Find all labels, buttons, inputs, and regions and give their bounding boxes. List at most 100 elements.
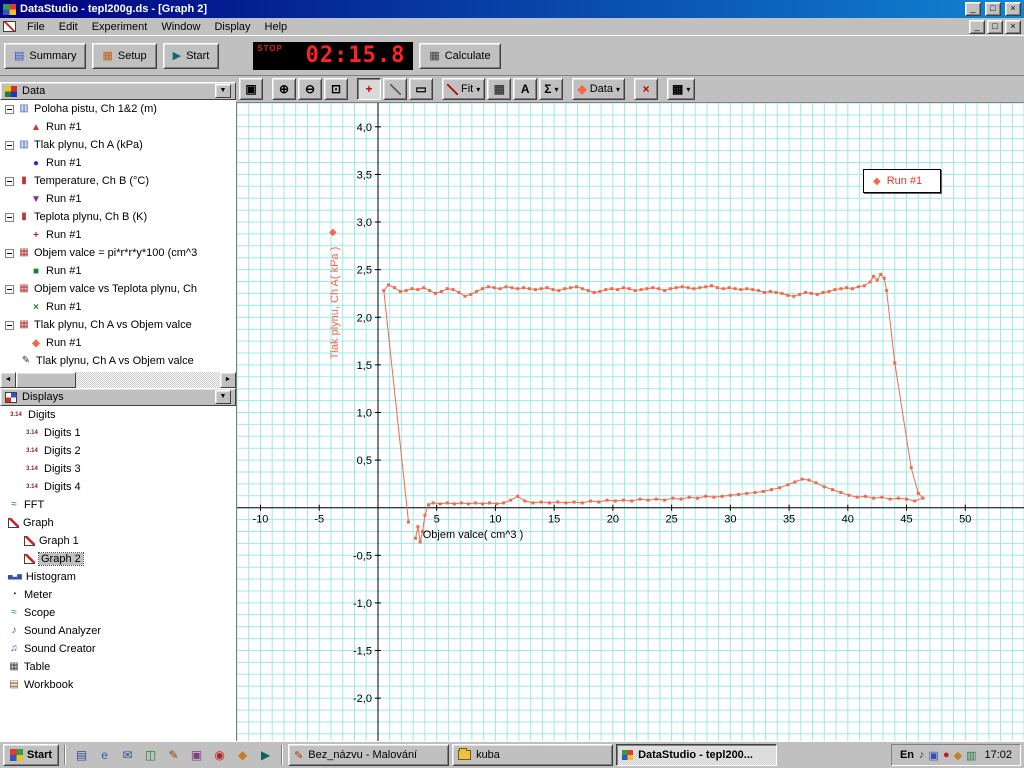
menu-window[interactable]: Window xyxy=(154,19,207,35)
display-tree-item[interactable]: ≈ Scope xyxy=(0,604,236,622)
calculate-button[interactable]: ▦ Calculate xyxy=(419,42,501,69)
quicklaunch-paint-icon[interactable]: ✎ xyxy=(163,745,184,765)
task-folder-kuba-button[interactable]: kuba xyxy=(452,744,614,766)
window-close-button[interactable]: × xyxy=(1005,2,1021,16)
display-tree-item[interactable]: 3.14 Digits 1 xyxy=(0,424,236,442)
fit-menu-button[interactable]: Fit ▾ xyxy=(442,78,486,100)
collapse-box-icon[interactable] xyxy=(5,176,14,186)
display-tree-item[interactable]: 3.14 Digits 3 xyxy=(0,460,236,478)
run-item[interactable]: ● Run #1 xyxy=(0,154,236,172)
run-item[interactable]: ▼ Run #1 xyxy=(0,190,236,208)
chart-plot-area[interactable]: -10 -5 5 10 15 20 25 30 35 40 45 50 4,0 3,5 3,0 2,5 2,0 1… xyxy=(237,103,1024,741)
display-tree-item[interactable]: Graph 1 xyxy=(0,532,236,550)
collapse-box-icon[interactable] xyxy=(5,140,14,150)
display-tray-icon[interactable]: ▣ xyxy=(929,749,939,762)
menu-file[interactable]: File xyxy=(20,19,52,35)
display-tree-item[interactable]: 3.14 Digits 4 xyxy=(0,478,236,496)
scroll-left-button[interactable]: ◄ xyxy=(0,372,16,388)
scale-to-fit-button[interactable]: ▣ xyxy=(239,78,263,100)
statistics-button[interactable]: Σ ▾ xyxy=(539,78,564,100)
child-minimize-button[interactable]: _ xyxy=(969,19,985,34)
delete-button[interactable]: × xyxy=(633,78,658,100)
data-panel-dropdown-button[interactable]: ▼ xyxy=(215,84,231,98)
chart-legend[interactable]: ◆ Run #1 xyxy=(863,169,941,193)
menu-help[interactable]: Help xyxy=(258,19,295,35)
display-tree-item[interactable]: ◔ Meter xyxy=(0,586,236,604)
zoom-select-button[interactable]: ⊡ xyxy=(324,78,348,100)
display-tree-item[interactable]: Graph xyxy=(0,514,236,532)
display-tree-item[interactable]: ♫ Sound Creator xyxy=(0,640,236,658)
run-item[interactable]: + Run #1 xyxy=(0,226,236,244)
collapse-box-icon[interactable] xyxy=(5,320,14,330)
antivirus-tray-icon[interactable]: ● xyxy=(943,749,950,762)
quicklaunch-channels-icon[interactable]: ◫ xyxy=(140,745,161,765)
scroll-track[interactable] xyxy=(76,372,220,388)
language-indicator[interactable]: En xyxy=(900,749,914,761)
summary-button[interactable]: ▤ Summary xyxy=(4,42,87,69)
collapse-box-icon[interactable] xyxy=(5,212,14,222)
volume-tray-icon[interactable]: ♪ xyxy=(919,749,925,762)
child-close-button[interactable]: × xyxy=(1005,19,1021,34)
run-item[interactable]: ◆ Run #1 xyxy=(0,334,236,352)
chart-region[interactable]: -10 -5 5 10 15 20 25 30 35 40 45 50 4,0 3,5 3,0 2,5 2,0 1… xyxy=(236,102,1024,741)
task-datastudio-button[interactable]: DataStudio - tepl200... xyxy=(616,744,778,766)
data-tree-item[interactable]: ▦ Objem valce = pi*r*r*y*100 (cm^3 xyxy=(0,244,236,262)
network-tray-icon[interactable]: ▥ xyxy=(966,749,976,762)
data-tree-item[interactable]: ▥ Tlak plynu, Ch A (kPa) xyxy=(0,136,236,154)
menu-experiment[interactable]: Experiment xyxy=(85,19,155,35)
scroll-thumb[interactable] xyxy=(16,372,76,388)
scroll-right-button[interactable]: ► xyxy=(220,372,236,388)
child-restore-button[interactable]: □ xyxy=(987,19,1003,34)
display-tree-item[interactable]: ▅▃▆ Histogram xyxy=(0,568,236,586)
display-tree-item[interactable]: ▤ Workbook xyxy=(0,676,236,694)
collapse-box-icon[interactable] xyxy=(5,248,14,258)
data-tree-item[interactable]: ▮ Teplota plynu, Ch B (K) xyxy=(0,208,236,226)
display-tree-item[interactable]: ▦ Table xyxy=(0,658,236,676)
menu-edit[interactable]: Edit xyxy=(52,19,85,35)
display-tree-item[interactable]: ♪ Sound Analyzer xyxy=(0,622,236,640)
data-panel-header[interactable]: Data ▼ xyxy=(0,82,236,100)
quicklaunch-doc-icon[interactable]: ▣ xyxy=(186,745,207,765)
calculate-tool-button[interactable]: ▦ xyxy=(487,78,512,100)
quicklaunch-mail-icon[interactable]: ✉ xyxy=(117,745,138,765)
slope-tool-button[interactable] xyxy=(383,78,407,100)
zoom-out-button[interactable]: ⊖ xyxy=(298,78,322,100)
display-tree-item[interactable]: Graph 2 xyxy=(0,550,236,568)
displays-panel-header[interactable]: Displays ▼ xyxy=(0,388,236,406)
collapse-box-icon[interactable] xyxy=(5,104,14,114)
y-axis-label[interactable]: Tlak plynu, Ch A( kPa ) xyxy=(329,247,341,360)
data-menu-button[interactable]: ◆ Data ▾ xyxy=(572,78,625,100)
quicklaunch-ie-icon[interactable]: e xyxy=(94,745,115,765)
run-item[interactable]: ▲ Run #1 xyxy=(0,118,236,136)
run-item[interactable]: ■ Run #1 xyxy=(0,262,236,280)
menu-display[interactable]: Display xyxy=(207,19,257,35)
note-tool-button[interactable]: ▭ xyxy=(409,78,433,100)
task-paint-button[interactable]: ✎ Bez_názvu - Malování xyxy=(288,744,450,766)
data-tree-item[interactable]: ▥ Poloha pistu, Ch 1&2 (m) xyxy=(0,100,236,118)
run-item[interactable]: × Run #1 xyxy=(0,298,236,316)
display-tree-item[interactable]: ≈ FFT xyxy=(0,496,236,514)
collapse-box-icon[interactable] xyxy=(5,284,14,294)
settings-menu-button[interactable]: ▦ ▾ xyxy=(666,78,696,100)
start-button-toolbar[interactable]: ▶ Start xyxy=(162,42,220,69)
quicklaunch-desktop-icon[interactable]: ▤ xyxy=(71,745,92,765)
data-tree-item[interactable]: ✎ Tlak plynu, Ch A vs Objem valce xyxy=(0,352,236,370)
data-tree-item[interactable]: ▮ Temperature, Ch B (°C) xyxy=(0,172,236,190)
quicklaunch-media-icon[interactable]: ◉ xyxy=(209,745,230,765)
data-tree-hscrollbar[interactable]: ◄ ► xyxy=(0,372,236,388)
zoom-in-button[interactable]: ⊕ xyxy=(272,78,296,100)
quicklaunch-run-icon[interactable]: ▶ xyxy=(255,745,276,765)
quicklaunch-app-icon[interactable]: ◆ xyxy=(232,745,253,765)
setup-button[interactable]: ▦ Setup xyxy=(92,42,157,69)
data-tree-item[interactable]: ▦ Tlak plynu, Ch A vs Objem valce xyxy=(0,316,236,334)
data-tree-item[interactable]: ▦ Objem valce vs Teplota plynu, Ch xyxy=(0,280,236,298)
display-tree-item[interactable]: 3.14 Digits xyxy=(0,406,236,424)
text-tool-button[interactable]: A xyxy=(513,78,538,100)
window-restore-button[interactable]: □ xyxy=(985,2,1001,16)
window-minimize-button[interactable]: _ xyxy=(965,2,981,16)
x-axis-label[interactable]: Objem valce( cm^3 ) xyxy=(393,529,553,541)
displays-panel-dropdown-button[interactable]: ▼ xyxy=(215,390,231,404)
display-tree-item[interactable]: 3.14 Digits 2 xyxy=(0,442,236,460)
smart-tool-button[interactable]: + xyxy=(357,78,381,100)
start-button[interactable]: Start xyxy=(3,744,60,766)
